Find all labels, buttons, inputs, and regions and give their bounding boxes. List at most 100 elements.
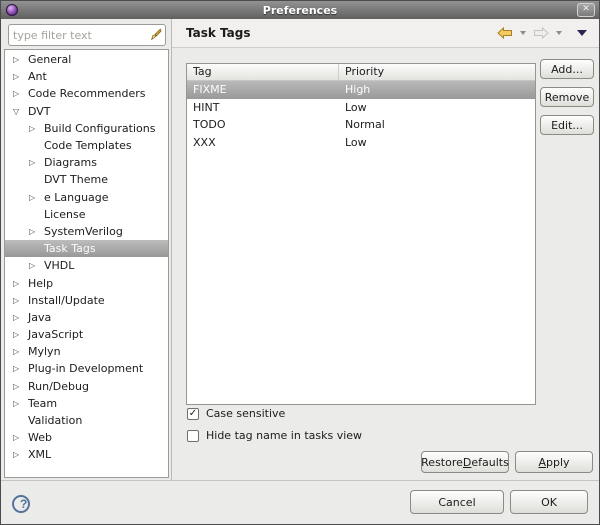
tree-item-e-language[interactable]: ▷ e Language [5, 189, 168, 206]
tree-collapsed-icon[interactable]: ▷ [13, 330, 28, 339]
tree-collapsed-icon[interactable]: ▷ [13, 347, 28, 356]
tree-collapsed-icon[interactable]: ▷ [13, 89, 28, 98]
tree-item-build-configurations[interactable]: ▷ Build Configurations [5, 120, 168, 137]
option-case-sensitive[interactable]: ✓ Case sensitive [187, 407, 362, 420]
tree-collapsed-icon[interactable]: ▷ [13, 279, 28, 288]
tree-item-label: SystemVerilog [44, 224, 123, 238]
tree-collapsed-icon[interactable]: ▷ [13, 364, 28, 373]
tree-item-label: Build Configurations [44, 121, 156, 135]
tree-item-label: Plug-in Development [28, 362, 144, 376]
panel-divider [171, 19, 172, 480]
tree-item-plug-in-development[interactable]: ▷ Plug-in Development [5, 360, 168, 377]
tree-collapsed-icon[interactable]: ▷ [13, 55, 28, 64]
back-arrow-icon[interactable] [497, 27, 513, 39]
tree-collapsed-icon[interactable]: ▷ [29, 227, 44, 236]
tree-item-license[interactable]: License [5, 206, 168, 223]
option-hide-tag-name-in-tasks-view[interactable]: Hide tag name in tasks view [187, 429, 362, 442]
tree-item-label: e Language [44, 190, 109, 204]
titlebar[interactable]: Preferences ✕ [1, 1, 599, 19]
tree-item-label: Mylyn [28, 345, 61, 359]
tree-item-vhdl[interactable]: ▷ VHDL [5, 257, 168, 274]
window-title: Preferences [262, 3, 338, 17]
tree-item-mylyn[interactable]: ▷ Mylyn [5, 343, 168, 360]
tree-collapsed-icon[interactable]: ▷ [13, 399, 28, 408]
view-menu-icon[interactable] [577, 30, 587, 36]
apply-button[interactable]: Apply [515, 451, 593, 473]
task-tags-table[interactable]: Tag Priority FIXME High HINT Low TODO Normal X… [186, 63, 536, 405]
tree-item-general[interactable]: ▷ General [5, 51, 168, 68]
checkbox-checked-icon[interactable]: ✓ [187, 407, 199, 420]
tree-item-help[interactable]: ▷ Help [5, 274, 168, 291]
table-row-hint[interactable]: HINT Low [187, 99, 535, 117]
tree-item-java[interactable]: ▷ Java [5, 309, 168, 326]
tree-item-label: Install/Update [28, 293, 105, 307]
tree-item-install-update[interactable]: ▷ Install/Update [5, 292, 168, 309]
table-row-xxx[interactable]: XXX Low [187, 134, 535, 152]
back-history-chevron-icon[interactable] [520, 31, 526, 35]
tree-collapsed-icon[interactable]: ▷ [29, 261, 44, 270]
tree-expanded-icon[interactable]: ▽ [13, 107, 28, 116]
bottom-separator [1, 480, 599, 481]
forward-history-chevron-icon[interactable] [556, 31, 562, 35]
tree-item-xml[interactable]: ▷ XML [5, 446, 168, 463]
cell-priority: Low [345, 135, 367, 149]
option-label: Hide tag name in tasks view [206, 429, 363, 442]
tree-item-dvt-theme[interactable]: DVT Theme [5, 171, 168, 188]
table-actions: Add... Remove Edit... [540, 59, 594, 135]
cancel-button[interactable]: Cancel [410, 490, 504, 514]
tree-item-dvt[interactable]: ▽ DVT [5, 103, 168, 120]
tree-collapsed-icon[interactable]: ▷ [29, 158, 44, 167]
add-button[interactable]: Add... [540, 59, 594, 79]
table-header: Tag Priority [187, 64, 535, 81]
tree-collapsed-icon[interactable]: ▷ [13, 72, 28, 81]
checkbox-unchecked-icon[interactable] [187, 429, 199, 442]
filter-input[interactable] [9, 28, 147, 42]
tree-item-code-templates[interactable]: Code Templates [5, 137, 168, 154]
tree-item-label: VHDL [44, 259, 75, 273]
ok-button[interactable]: OK [510, 490, 588, 514]
preferences-tree: ▷ General ▷ Ant ▷ Code Recommenders ▽ DVT ▷ Build… [4, 49, 169, 478]
tree-item-run-debug[interactable]: ▷ Run/Debug [5, 378, 168, 395]
cell-priority: Normal [345, 118, 385, 132]
tree-item-label: DVT Theme [44, 173, 108, 187]
restore-defaults-button[interactable]: Restore Defaults [421, 451, 509, 473]
edit-button[interactable]: Edit... [540, 115, 594, 135]
tree-item-label: General [28, 53, 72, 67]
remove-button[interactable]: Remove [540, 87, 594, 107]
column-header-priority[interactable]: Priority [339, 64, 535, 80]
forward-arrow-icon[interactable] [533, 27, 549, 39]
tree-item-ant[interactable]: ▷ Ant [5, 68, 168, 85]
tree-item-label: Code Templates [44, 139, 132, 153]
tree-item-team[interactable]: ▷ Team [5, 395, 168, 412]
tree-item-label: Java [28, 310, 52, 324]
tree-collapsed-icon[interactable]: ▷ [29, 124, 44, 133]
column-header-tag[interactable]: Tag [187, 64, 339, 80]
filter-box [8, 24, 166, 46]
tree-item-label: XML [28, 448, 52, 462]
table-row-fixme[interactable]: FIXME High [187, 81, 535, 99]
close-icon[interactable]: ✕ [577, 3, 595, 17]
tree-item-label: Web [28, 431, 52, 445]
tree-collapsed-icon[interactable]: ▷ [29, 193, 44, 202]
tree-collapsed-icon[interactable]: ▷ [13, 382, 28, 391]
tree-collapsed-icon[interactable]: ▷ [13, 313, 28, 322]
tree-collapsed-icon[interactable]: ▷ [13, 433, 28, 442]
history-nav [497, 27, 587, 39]
tree-collapsed-icon[interactable]: ▷ [13, 450, 28, 459]
tree-item-web[interactable]: ▷ Web [5, 429, 168, 446]
help-icon[interactable]: ? [12, 495, 30, 513]
table-body: FIXME High HINT Low TODO Normal XXX Low [187, 81, 535, 151]
table-row-todo[interactable]: TODO Normal [187, 116, 535, 134]
cell-priority: Low [345, 100, 367, 114]
cell-tag: XXX [193, 135, 216, 149]
tree-collapsed-icon[interactable]: ▷ [13, 296, 28, 305]
tree-item-label: DVT [28, 104, 51, 118]
tree-item-systemverilog[interactable]: ▷ SystemVerilog [5, 223, 168, 240]
tree-item-javascript[interactable]: ▷ JavaScript [5, 326, 168, 343]
tree-item-diagrams[interactable]: ▷ Diagrams [5, 154, 168, 171]
tree-item-code-recommenders[interactable]: ▷ Code Recommenders [5, 85, 168, 102]
clear-filter-brush-icon[interactable] [147, 27, 162, 43]
tree-item-label: Diagrams [44, 156, 97, 170]
tree-item-validation[interactable]: Validation [5, 412, 168, 429]
tree-item-task-tags[interactable]: Task Tags [5, 240, 168, 258]
